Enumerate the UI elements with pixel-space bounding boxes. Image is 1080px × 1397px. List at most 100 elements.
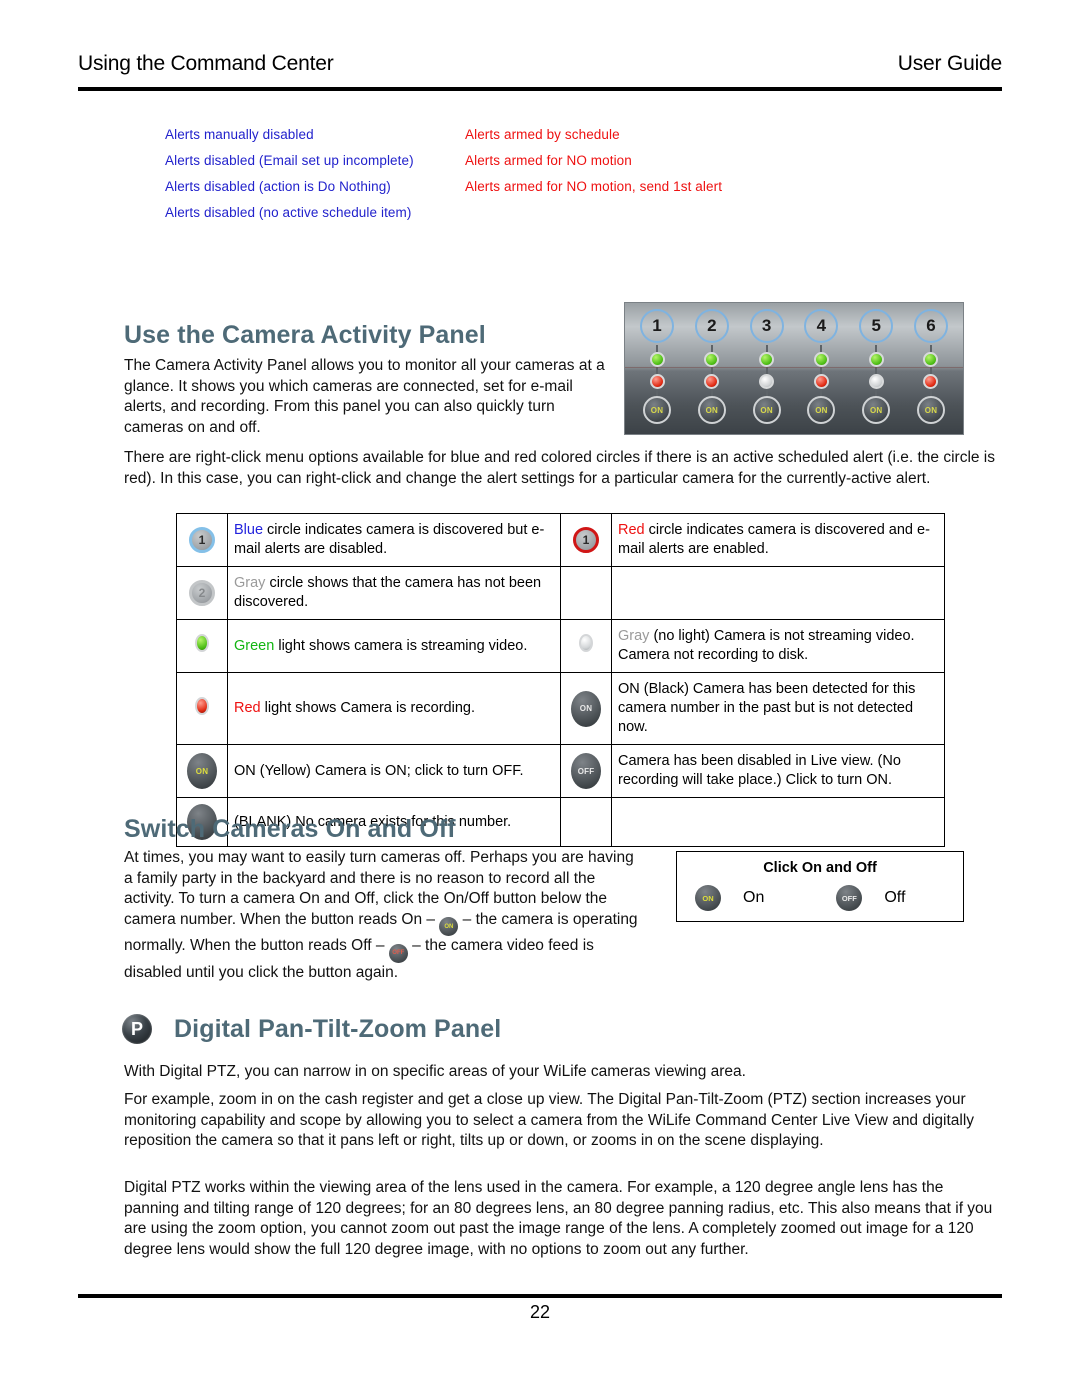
on-black-button-icon: ON xyxy=(571,690,601,727)
connector-stem xyxy=(929,389,932,396)
camera-number-badge[interactable]: 2 xyxy=(694,309,729,343)
table-row: Red light shows Camera is recording. ON … xyxy=(176,672,945,745)
legend-icon-cell xyxy=(176,672,228,745)
camera-number-badge[interactable]: 1 xyxy=(640,309,674,343)
connector-stem xyxy=(656,345,658,352)
record-status-led-icon xyxy=(868,374,884,389)
table-row: ON ON (Yellow) Camera is ON; click to tu… xyxy=(176,744,945,798)
legend-description: light shows camera is streaming video. xyxy=(274,637,528,654)
legend-text-cell: Gray circle shows that the camera has no… xyxy=(227,566,561,620)
alert-status-legend: Alerts manually disabled Alerts disabled… xyxy=(165,126,865,230)
page-number: 22 xyxy=(529,1302,551,1322)
connector-stem xyxy=(929,367,932,374)
on-button-inline-icon: ON xyxy=(439,917,459,937)
legend-text-cell: Red light shows Camera is recording. xyxy=(227,672,561,745)
right-click-options-paragraph: There are right-click menu options avail… xyxy=(124,449,996,487)
legend-color-word: Gray xyxy=(618,628,650,644)
legend-text-cell-empty xyxy=(611,566,945,620)
stream-status-led-icon xyxy=(649,352,665,367)
camera-activity-panel-image: 1 ON 2 ON 3 ON 4 ON 5 ON 6 ON xyxy=(624,302,964,435)
camera-number-badge[interactable]: 6 xyxy=(913,309,948,343)
alert-legend-item: Alerts armed for NO motion xyxy=(465,153,632,168)
blue-numbered-circle-icon: 1 xyxy=(189,527,215,553)
header-rule xyxy=(78,87,1002,91)
legend-icon-cell: 2 xyxy=(176,566,228,620)
connector-stem xyxy=(875,389,878,396)
document-page: Using the Command Center User Guide Aler… xyxy=(0,0,1080,1397)
camera-onoff-button[interactable]: ON xyxy=(643,396,671,424)
connector-stem xyxy=(820,389,823,396)
header-right-title: User Guide xyxy=(897,52,1002,75)
legend-icon-cell: 1 xyxy=(176,513,228,567)
alert-legend-item: Alerts disabled (no active schedule item… xyxy=(165,205,412,220)
legend-description: circle shows that the camera has not bee… xyxy=(234,575,542,610)
on-yellow-button-icon: ON xyxy=(187,753,217,789)
connector-stem xyxy=(710,345,713,352)
legend-color-word: Gray xyxy=(234,575,266,591)
section-heading-switch-cameras: Switch Cameras On and Off xyxy=(124,815,456,843)
alert-legend-item: Alerts armed by schedule xyxy=(465,127,620,142)
stream-status-led-icon xyxy=(923,352,939,367)
status-icon-legend-table: 1 Blue circle indicates camera is discov… xyxy=(176,513,945,847)
legend-text-cell: Gray (no light) Camera is not streaming … xyxy=(611,619,945,673)
legend-color-word: Red xyxy=(234,700,261,716)
legend-icon-cell: ON xyxy=(560,672,612,745)
legend-text-cell: ON (Yellow) Camera is ON; click to turn … xyxy=(227,744,561,798)
off-button-inline-icon: OFF xyxy=(388,944,408,963)
off-button-icon[interactable]: OFF xyxy=(836,885,863,911)
header-left-title: Using the Command Center xyxy=(78,52,334,75)
connector-stem xyxy=(820,345,823,352)
record-status-led-icon xyxy=(813,374,829,389)
camera-activity-panel-grid: 1 ON 2 ON 3 ON 4 ON 5 ON 6 ON xyxy=(633,309,955,430)
record-status-led-icon xyxy=(759,374,775,389)
red-led-icon xyxy=(195,696,209,715)
footer-rule xyxy=(78,1294,1002,1298)
alert-legend-item: Alerts manually disabled xyxy=(165,127,314,142)
click-on-and-off-callout: Click On and Off ON On OFF Off xyxy=(676,851,964,922)
camera-onoff-button[interactable]: ON xyxy=(752,396,781,424)
legend-color-word: Green xyxy=(234,637,275,654)
stream-status-led-icon xyxy=(813,352,829,367)
stream-status-led-icon xyxy=(759,352,775,367)
table-row: 1 Blue circle indicates camera is discov… xyxy=(176,513,945,567)
legend-text-cell: Red circle indicates camera is discovere… xyxy=(611,513,945,567)
on-button-icon[interactable]: ON xyxy=(695,885,721,911)
alert-legend-item: Alerts disabled (action is Do Nothing) xyxy=(165,179,391,194)
record-status-led-icon xyxy=(649,374,665,389)
legend-text-cell-empty xyxy=(611,797,945,847)
camera-number-badge[interactable]: 4 xyxy=(804,309,839,343)
legend-text-cell: Camera has been disabled in Live view. (… xyxy=(611,744,945,798)
legend-icon-cell: 1 xyxy=(560,513,612,567)
camera-number-badge[interactable]: 5 xyxy=(859,309,894,343)
section-heading-ptz: Digital Pan-Tilt-Zoom Panel xyxy=(174,1014,502,1043)
section-heading-ptz-wrap: P Digital Pan-Tilt-Zoom Panel xyxy=(122,1014,501,1044)
off-button-icon: OFF xyxy=(571,753,601,789)
camera-number-badge[interactable]: 3 xyxy=(749,309,784,343)
ptz-paragraph-1: With Digital PTZ, you can narrow in on s… xyxy=(124,1063,746,1080)
red-numbered-circle-icon: 1 xyxy=(573,527,599,553)
stream-status-led-icon xyxy=(704,352,720,367)
legend-description: circle indicates camera is discovered an… xyxy=(618,522,930,557)
alert-legend-red-column: Alerts armed by schedule Alerts armed fo… xyxy=(465,126,765,230)
legend-icon-cell xyxy=(560,619,612,673)
legend-icon-cell: ON xyxy=(176,744,228,798)
connector-stem xyxy=(875,367,878,374)
green-led-icon xyxy=(195,634,209,652)
legend-description: Camera has been disabled in Live view. (… xyxy=(618,753,901,788)
on-label: On xyxy=(743,889,765,906)
connector-stem xyxy=(656,389,658,396)
legend-color-word: Red xyxy=(618,522,645,538)
legend-icon-cell-empty xyxy=(560,797,612,847)
camera-onoff-button[interactable]: ON xyxy=(807,396,836,424)
legend-description: ON (Black) Camera has been detected for … xyxy=(618,681,916,735)
legend-icon-cell xyxy=(176,619,228,673)
click-box-row: ON On OFF Off xyxy=(677,885,963,911)
connector-stem xyxy=(765,345,768,352)
connector-stem xyxy=(765,389,768,396)
camera-onoff-button[interactable]: ON xyxy=(916,396,945,424)
switch-cameras-paragraph: At times, you may want to easily turn ca… xyxy=(124,848,644,984)
camera-onoff-button[interactable]: ON xyxy=(862,396,891,424)
connector-stem xyxy=(929,345,932,352)
gray-numbered-circle-icon: 2 xyxy=(189,580,215,606)
camera-onoff-button[interactable]: ON xyxy=(697,396,726,424)
